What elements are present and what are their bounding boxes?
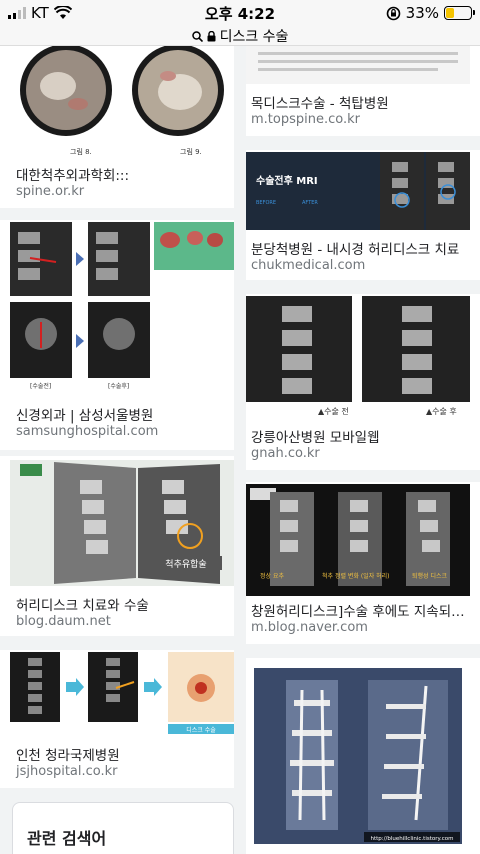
result-title[interactable]: 강릉아산병원 모바일웹: [251, 426, 466, 446]
result-thumbnail[interactable]: 정상 요추 척추 정렬 변화 (일자 허리) 퇴행성 디스크: [246, 484, 470, 596]
result-card[interactable]: 정상 요추 척추 정렬 변화 (일자 허리) 퇴행성 디스크 창원허리디스크]수…: [246, 482, 480, 644]
related-searches-title: 관련 검색어: [27, 829, 107, 848]
result-card[interactable]: 목디스크수술 - 척탑병원 m.topspine.co.kr: [246, 46, 480, 136]
result-card[interactable]: ▲수술 전 ▲수술 후 강릉아산병원 모바일웹 gnah.co.kr: [246, 294, 480, 470]
result-domain: jsjhospital.co.kr: [16, 764, 118, 779]
image-caption: 정상 요추: [260, 572, 284, 580]
address-query: 디스크 수술: [219, 29, 289, 45]
result-title[interactable]: 분당척병원 - 내시경 허리디스크 치료: [251, 238, 466, 258]
search-icon: [191, 30, 203, 42]
image-caption: 그림 9.: [180, 148, 202, 156]
result-card[interactable]: 그림 8. 그림 9. 대한척추외과학회::: spine.or.kr: [0, 46, 234, 208]
result-domain: chukmedical.com: [251, 258, 366, 273]
fusion-xray-image: http://bluehillclinic.tistory.com: [246, 660, 470, 850]
result-thumbnail[interactable]: ▲수술 전 ▲수술 후: [246, 296, 470, 420]
result-card[interactable]: 척추유합술 허리디스크 치료와 수술 blog.daum.net: [0, 456, 234, 636]
result-domain: m.topspine.co.kr: [251, 112, 360, 127]
related-searches-card[interactable]: 관련 검색어: [12, 802, 234, 854]
battery-percent: 33%: [405, 4, 439, 22]
image-watermark: http://bluehillclinic.tistory.com: [371, 836, 454, 842]
result-thumbnail[interactable]: 수술전후 MRI BEFORE AFTER: [246, 152, 470, 230]
result-title[interactable]: 허리디스크 치료와 수술: [16, 594, 231, 614]
image-after-label: AFTER: [302, 200, 318, 206]
result-title[interactable]: 신경외과 | 삼성서울병원: [16, 404, 231, 424]
svg-text:[수술전]: [수술전]: [30, 382, 51, 390]
result-thumbnail[interactable]: [246, 46, 470, 84]
spine-xray-image: 정상 요추 척추 정렬 변화 (일자 허리) 퇴행성 디스크: [246, 484, 470, 596]
image-results: 그림 8. 그림 9. 대한척추외과학회::: spine.or.kr [수술전…: [0, 46, 480, 854]
result-thumbnail[interactable]: 척추유합술: [10, 460, 234, 586]
xray-image: 척추유합술: [10, 460, 234, 586]
result-card[interactable]: http://bluehillclinic.tistory.com: [246, 658, 480, 854]
battery-icon: [444, 6, 475, 20]
address-bar[interactable]: 디스크 수술: [0, 26, 480, 46]
lock-icon: [207, 30, 216, 41]
image-caption: 퇴행성 디스크: [412, 572, 448, 580]
result-card[interactable]: 디스크 수술 인천 청라국제병원 jsjhospital.co.kr: [0, 650, 234, 788]
image-caption: 척추 정렬 변화 (일자 허리): [322, 572, 390, 580]
image-overlay-text: 디스크 수술: [186, 726, 216, 734]
result-domain: m.blog.naver.com: [251, 620, 368, 635]
image-caption: 그림 8.: [70, 148, 92, 156]
result-title[interactable]: 창원허리디스크]수술 후에도 지속되는 ...: [251, 600, 466, 620]
mri-comparison-image: 수술전후 MRI BEFORE AFTER: [246, 152, 470, 230]
image-overlay-text: 척추유합술: [165, 559, 206, 570]
result-domain: gnah.co.kr: [251, 446, 320, 461]
result-thumbnail[interactable]: http://bluehillclinic.tistory.com: [246, 660, 470, 850]
image-before-label: BEFORE: [256, 200, 276, 206]
result-thumbnail[interactable]: [수술전] [수술후]: [10, 222, 234, 394]
mri-image: [수술전] [수술후]: [10, 222, 234, 394]
result-title[interactable]: 대한척추외과학회:::: [16, 164, 231, 184]
result-card[interactable]: [수술전] [수술후] 신경외과 | 삼성서울병원 samsunghospita…: [0, 220, 234, 450]
image-caption: ▲수술 전: [318, 406, 349, 416]
endoscopy-image: 그림 8. 그림 9.: [10, 46, 234, 158]
result-thumbnail[interactable]: 디스크 수술: [10, 652, 234, 734]
result-domain: spine.or.kr: [16, 184, 85, 199]
result-title[interactable]: 목디스크수술 - 척탑병원: [251, 92, 466, 112]
svg-text:[수술후]: [수술후]: [108, 382, 129, 390]
result-card[interactable]: 수술전후 MRI BEFORE AFTER 분당척병원 - 내시경 허리디스크 …: [246, 150, 480, 280]
mri-before-after-image: ▲수술 전 ▲수술 후: [246, 296, 470, 420]
mri-sequence-image: 디스크 수술: [10, 652, 234, 734]
orientation-lock-icon: [386, 6, 400, 20]
result-thumbnail[interactable]: 그림 8. 그림 9.: [10, 46, 234, 158]
result-domain: blog.daum.net: [16, 614, 111, 629]
text-snippet-image: [246, 46, 470, 84]
result-domain: samsunghospital.com: [16, 424, 159, 439]
result-title[interactable]: 인천 청라국제병원: [16, 744, 231, 764]
image-overlay-text: 수술전후 MRI: [256, 174, 318, 187]
status-bar: KT 오후 4:22 33%: [0, 0, 480, 26]
image-caption: ▲수술 후: [426, 406, 457, 416]
status-right: 33%: [386, 4, 475, 22]
